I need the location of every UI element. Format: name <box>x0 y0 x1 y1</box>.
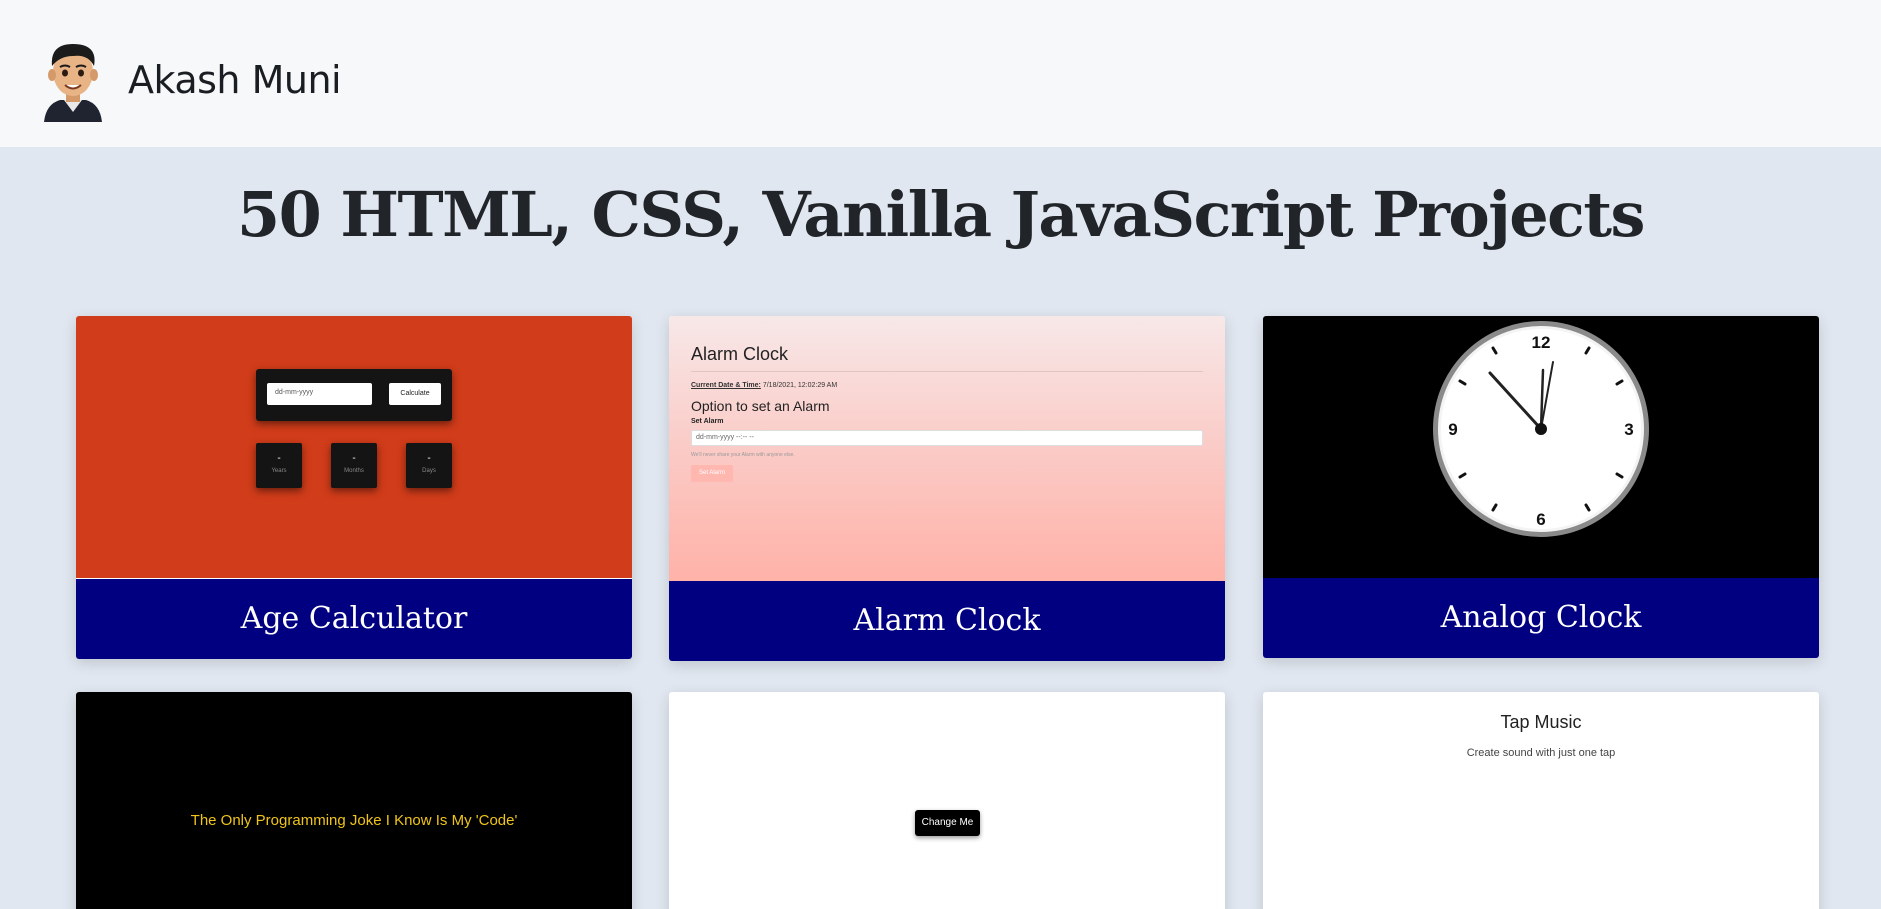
alarm-option-heading: Option to set an Alarm <box>691 398 830 414</box>
numeral-3: 3 <box>1624 420 1633 439</box>
project-card-tap-music[interactable]: Tap Music Create sound with just one tap <box>1263 692 1819 909</box>
divider <box>691 371 1203 372</box>
project-card-age-calculator[interactable]: dd-mm-yyyy Calculate - Years - Months - … <box>76 316 632 659</box>
numeral-9: 9 <box>1448 420 1457 439</box>
avatar-icon[interactable] <box>40 38 106 122</box>
current-time: Current Date & Time: 7/18/2021, 12:02:29… <box>691 382 838 389</box>
page-title: 50 HTML, CSS, Vanilla JavaScript Project… <box>237 178 1645 251</box>
calculate-button: Calculate <box>389 383 441 405</box>
age-form: dd-mm-yyyy Calculate <box>256 369 452 421</box>
change-me-button: Change Me <box>915 810 980 836</box>
brand-name[interactable]: Akash Muni <box>128 58 342 102</box>
date-input: dd-mm-yyyy <box>267 383 372 405</box>
tap-music-title: Tap Music <box>1500 712 1582 732</box>
project-card-analog-clock[interactable]: 12 3 6 9 Analog Clock <box>1263 316 1819 658</box>
joke-text: The Only Programming Joke I Know Is My '… <box>190 812 518 829</box>
alarm-title: Alarm Clock <box>691 344 789 364</box>
project-card-joke[interactable]: The Only Programming Joke I Know Is My '… <box>76 692 632 909</box>
project-preview: The Only Programming Joke I Know Is My '… <box>76 692 632 909</box>
tap-music-subtitle: Create sound with just one tap <box>1466 747 1616 759</box>
days-box: - Days <box>406 443 452 488</box>
alarm-note: We'll never share your Alarm with anyone… <box>691 452 795 458</box>
project-caption[interactable]: Analog Clock <box>1263 578 1819 658</box>
numeral-12: 12 <box>1532 333 1551 352</box>
project-preview: Change Me <box>669 692 1225 909</box>
project-caption[interactable]: Alarm Clock <box>669 581 1225 661</box>
project-card-change-me[interactable]: Change Me <box>669 692 1225 909</box>
project-card-alarm-clock[interactable]: Alarm Clock Current Date & Time: 7/18/20… <box>669 316 1225 661</box>
project-preview: dd-mm-yyyy Calculate - Years - Months - … <box>76 316 632 578</box>
alarm-datetime-input: dd-mm-yyyy --:-- -- <box>691 430 1203 446</box>
set-alarm-button: Set Alarm <box>691 465 733 482</box>
months-box: - Months <box>331 443 377 488</box>
set-alarm-label: Set Alarm <box>691 418 724 425</box>
numeral-6: 6 <box>1536 510 1545 529</box>
analog-clock-icon: 12 3 6 9 <box>1433 321 1649 537</box>
project-preview: Tap Music Create sound with just one tap <box>1263 692 1819 909</box>
project-caption[interactable]: Age Calculator <box>76 579 632 659</box>
project-preview: 12 3 6 9 <box>1263 316 1819 578</box>
site-header: Akash Muni <box>0 0 1881 147</box>
years-box: - Years <box>256 443 302 488</box>
project-preview: Alarm Clock Current Date & Time: 7/18/20… <box>669 316 1225 581</box>
